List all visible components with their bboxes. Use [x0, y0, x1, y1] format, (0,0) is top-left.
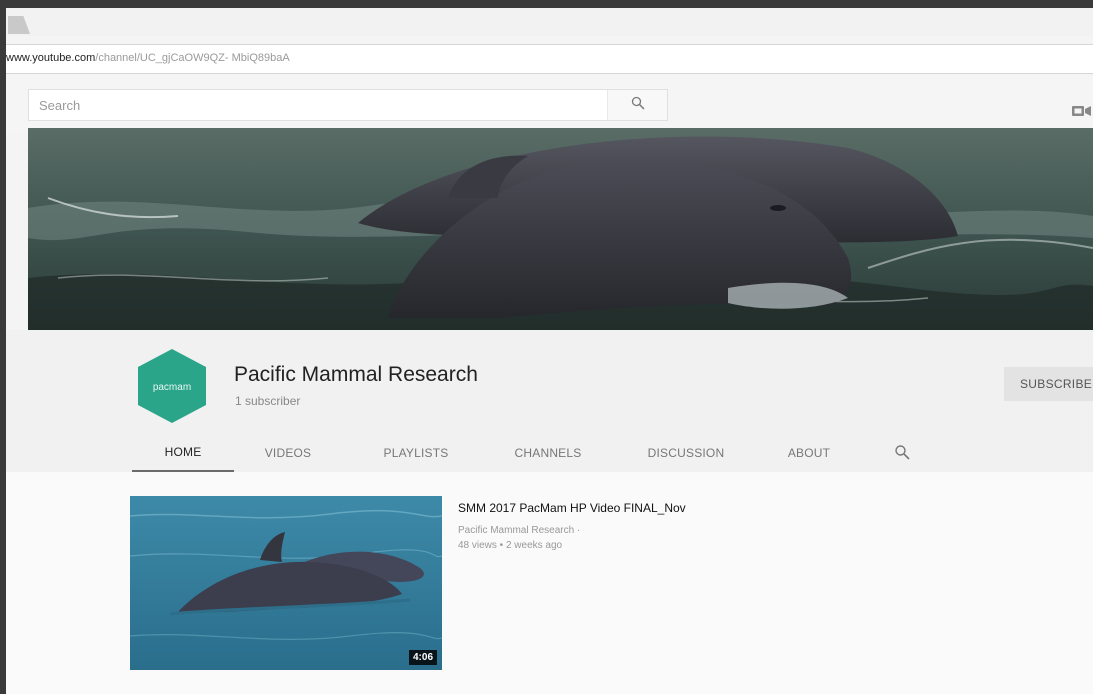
video-thumbnail[interactable]: 4:06 — [130, 496, 442, 670]
tab-about[interactable]: ABOUT — [764, 434, 854, 472]
browser-tabstrip — [6, 8, 1093, 36]
url-path: /channel/UC_gjCaOW9QZ- MbiQ89baA — [95, 52, 290, 64]
browser-tab[interactable] — [8, 16, 30, 34]
channel-avatar[interactable]: pacmam — [134, 347, 210, 425]
youtube-header — [6, 75, 1093, 133]
video-title[interactable]: SMM 2017 PacMam HP Video FINAL_Nov — [458, 501, 686, 515]
video-channel[interactable]: Pacific Mammal Research · — [458, 523, 580, 538]
avatar-logo-text: pacmam — [153, 382, 191, 393]
tab-channels[interactable]: CHANNELS — [496, 434, 600, 472]
channel-search-icon[interactable] — [894, 444, 910, 465]
search-box — [28, 89, 668, 121]
channel-header: pacmam Pacific Mammal Research 1 subscri… — [6, 330, 1093, 472]
video-duration: 4:06 — [408, 650, 437, 665]
subscribe-button[interactable]: SUBSCRIBE — [1004, 367, 1093, 401]
url-domain: www.youtube.com — [6, 52, 96, 64]
tab-discussion[interactable]: DISCUSSION — [630, 434, 742, 472]
url-text: www.youtube.com/channel/UC_gjCaOW9QZ- Mb… — [6, 52, 290, 64]
tab-home[interactable]: HOME — [132, 434, 234, 472]
search-button[interactable] — [607, 90, 667, 120]
address-bar[interactable]: www.youtube.com/channel/UC_gjCaOW9QZ- Mb… — [6, 44, 1093, 74]
subscriber-count: 1 subscriber — [235, 394, 301, 408]
tab-videos[interactable]: VIDEOS — [246, 434, 330, 472]
browser-window: www.youtube.com/channel/UC_gjCaOW9QZ- Mb… — [6, 8, 1093, 694]
video-camera-icon[interactable] — [1072, 104, 1092, 122]
search-icon — [631, 96, 645, 115]
tab-playlists[interactable]: PLAYLISTS — [368, 434, 464, 472]
channel-banner — [28, 128, 1093, 330]
video-meta: Pacific Mammal Research · 48 views • 2 w… — [458, 523, 580, 553]
search-input[interactable] — [29, 90, 607, 120]
channel-title: Pacific Mammal Research — [234, 363, 478, 386]
video-stats: 48 views • 2 weeks ago — [458, 540, 563, 551]
channel-content: 4:06 SMM 2017 PacMam HP Video FINAL_Nov … — [6, 472, 1093, 694]
